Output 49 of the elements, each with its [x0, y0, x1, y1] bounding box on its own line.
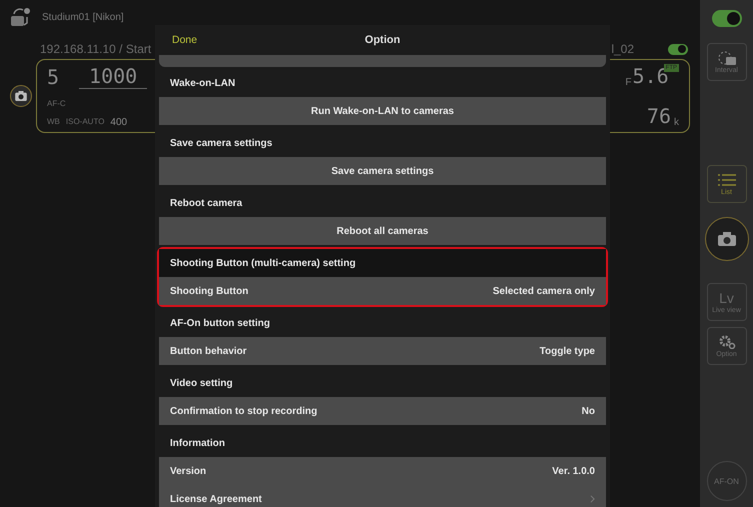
link-row[interactable]: License Agreement — [159, 485, 606, 507]
section-header: Save camera settings — [169, 136, 274, 150]
af-mode-label: AF-C — [47, 98, 66, 108]
setting-value: No — [582, 406, 595, 416]
setting-value: Ver. 1.0.0 — [552, 466, 595, 476]
action-row[interactable]: Save camera settings — [159, 157, 606, 185]
remaining-unit: k — [674, 117, 679, 128]
camera-address: 192.168.11.10 / Start — [40, 42, 152, 56]
camera-icon — [15, 91, 27, 101]
mode-readout: 5 — [47, 65, 60, 89]
camera-toggle[interactable] — [668, 44, 688, 54]
camera-name: l_02 — [611, 42, 634, 56]
iso-label: ISO-AUTO — [66, 117, 104, 128]
link-label: License Agreement — [170, 494, 262, 504]
camera-icon — [718, 232, 736, 246]
done-button[interactable]: Done — [159, 34, 198, 46]
setting-label: Shooting Button — [170, 286, 248, 296]
section-header: Reboot camera — [169, 196, 244, 210]
setting-value: Selected camera only — [492, 286, 595, 296]
action-row[interactable]: Reboot all cameras — [159, 217, 606, 245]
section-header: Information — [169, 436, 226, 450]
section-header: Video setting — [169, 376, 234, 390]
setting-label: Version — [170, 466, 206, 476]
camera-select-button[interactable] — [10, 85, 32, 107]
group-icon[interactable] — [10, 7, 32, 27]
remaining-readout: 76 — [646, 104, 671, 128]
setting-label: Confirmation to stop recording — [170, 406, 318, 416]
setting-row[interactable]: Button behavior Toggle type — [159, 337, 606, 365]
toolbar-toggle[interactable] — [712, 10, 742, 27]
setting-row[interactable]: Confirmation to stop recording No — [159, 397, 606, 425]
setting-row[interactable]: Shooting Button Selected camera only — [159, 277, 606, 305]
setting-label: Button behavior — [170, 346, 247, 356]
aperture-prefix: F — [625, 77, 632, 88]
sheet-title: Option — [364, 34, 400, 46]
chevron-icon — [590, 495, 595, 503]
list-icon — [718, 172, 736, 186]
settings-icon — [718, 334, 736, 348]
shutter-button[interactable] — [704, 217, 748, 261]
section-header: Shooting Button (multi-camera) setting — [159, 249, 606, 277]
wb-label: WB — [47, 117, 60, 128]
interval-timer-icon — [718, 50, 736, 64]
section-header: AF-On button setting — [169, 316, 271, 330]
group-title: Studium01 [Nikon] — [42, 12, 124, 22]
section-header: Wake-on-LAN — [169, 76, 236, 90]
setting-row[interactable]: Version Ver. 1.0.0 — [159, 457, 606, 485]
iso-readout: 400 — [110, 117, 128, 128]
shutter-readout: 1000 — [79, 64, 148, 89]
setting-value: Toggle type — [540, 346, 595, 356]
action-row[interactable]: Run Wake-on-LAN to cameras — [159, 97, 606, 125]
